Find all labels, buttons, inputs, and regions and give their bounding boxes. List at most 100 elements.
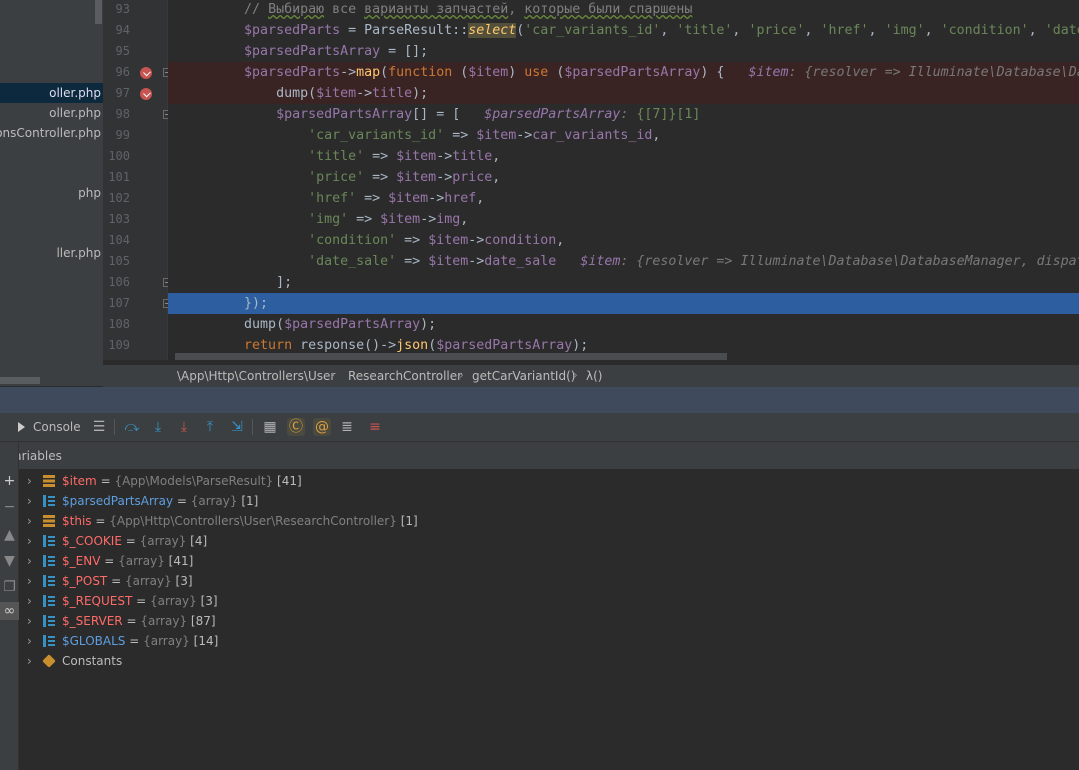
breakpoint-icon[interactable] (140, 88, 152, 100)
expand-chevron-icon[interactable]: › (27, 551, 32, 571)
glasses-icon[interactable]: ∞ (0, 602, 19, 620)
code-line[interactable]: ]; (168, 272, 1079, 293)
variable-text: $_REQUEST = {array} [3] (62, 591, 218, 611)
code-token: -> (356, 86, 373, 101)
expand-chevron-icon[interactable]: › (27, 471, 32, 491)
move-down-icon[interactable]: ▼ (0, 552, 19, 570)
code-line[interactable]: $parsedParts = ParseResult::select('car_… (168, 20, 1079, 41)
code-line[interactable]: dump($parsedPartsArray); (168, 314, 1079, 335)
code-token: -> (436, 149, 453, 164)
code-token: ) (508, 65, 525, 80)
breadcrumb-class[interactable]: ResearchController (348, 369, 462, 383)
breakpoint-icon[interactable] (140, 67, 152, 79)
remove-icon[interactable]: − (0, 498, 19, 516)
line-number[interactable]: 109 (100, 335, 130, 356)
line-number[interactable]: 108 (100, 314, 130, 335)
line-number[interactable]: 99 (100, 125, 130, 146)
code-line[interactable]: $parsedPartsArray[] = [ $parsedPartsArra… (168, 104, 1079, 125)
line-number[interactable]: 105 (100, 251, 130, 272)
line-number[interactable]: 94 (100, 20, 130, 41)
tree-item-file[interactable]: php (0, 183, 103, 203)
line-number[interactable]: 102 (100, 188, 130, 209)
step-out-icon[interactable]: ⤒ (201, 418, 219, 436)
code-editor[interactable]: // Выбираю все варианты запчастей, котор… (168, 0, 1079, 360)
code-line[interactable]: 'href' => $item->href, (168, 188, 1079, 209)
tree-item-file[interactable]: ionsController.php (0, 123, 103, 143)
add-watch-icon[interactable]: ≡ (366, 418, 384, 436)
code-line[interactable]: 'price' => $item->price, (168, 167, 1079, 188)
expand-chevron-icon[interactable]: › (27, 511, 32, 531)
code-line[interactable]: $parsedPartsArray = []; (168, 41, 1079, 62)
tree-item-file[interactable]: oller.php (0, 103, 103, 123)
line-number[interactable]: 98 (100, 104, 130, 125)
code-line[interactable]: 'img' => $item->img, (168, 209, 1079, 230)
code-line[interactable]: }); (168, 293, 1079, 314)
code-line[interactable]: // Выбираю все варианты запчастей, котор… (168, 0, 1079, 20)
editor-scrollbar-horizontal[interactable] (175, 353, 727, 360)
line-number[interactable]: 103 (100, 209, 130, 230)
line-number[interactable]: 93 (100, 0, 130, 20)
copy-icon[interactable]: ❐ (0, 578, 19, 596)
code-token: = ParseResult:: (340, 23, 469, 38)
tree-item-file[interactable]: oller.php (0, 83, 103, 103)
line-number[interactable]: 95 (100, 41, 130, 62)
breadcrumb-namespace[interactable]: \App\Http\Controllers\User (177, 369, 335, 383)
expand-chevron-icon[interactable]: › (27, 611, 32, 631)
expand-chevron-icon[interactable]: › (27, 571, 32, 591)
breadcrumb-closure[interactable]: λ() (586, 369, 602, 383)
expand-chevron-icon[interactable]: › (27, 631, 32, 651)
const-icon (42, 654, 56, 668)
code-line[interactable]: 'condition' => $item->condition, (168, 230, 1079, 251)
variable-type: {array} (118, 554, 165, 568)
step-over-icon[interactable]: ⤼ (123, 418, 141, 436)
expand-chevron-icon[interactable]: › (27, 491, 32, 511)
add-icon[interactable]: + (0, 472, 19, 490)
equals-sign: = (122, 614, 141, 628)
tree-scrollbar-horizontal[interactable] (0, 377, 40, 384)
variable-count: [1] (400, 514, 418, 528)
code-token: ]; (180, 275, 293, 290)
move-up-icon[interactable]: ▲ (0, 526, 19, 544)
code-token: $item (396, 170, 437, 185)
breadcrumb: \App\Http\Controllers\User › ResearchCon… (103, 365, 1079, 387)
line-number[interactable]: 106 (100, 272, 130, 293)
code-line[interactable]: 'date_sale' => $item->date_sale $item: {… (168, 251, 1079, 272)
code-token: => (396, 254, 429, 269)
show-execution-point-icon[interactable]: ☰ (90, 418, 108, 436)
step-into-icon[interactable]: ⤓ (149, 418, 167, 436)
code-token: => (364, 149, 397, 164)
expand-chevron-icon[interactable]: › (27, 591, 32, 611)
editor-gutter: 93 94 95 96 97 98 99 100 101 102 103 104 105 106 107 10… (100, 0, 172, 360)
code-token: , (556, 233, 565, 248)
code-line[interactable]: dump($item->title); (168, 83, 1079, 104)
line-number[interactable]: 97 (100, 83, 130, 104)
variable-text: $_COOKIE = {array} [4] (62, 531, 207, 551)
force-step-into-icon[interactable]: ⤓ (175, 418, 193, 436)
code-token: которые были спаршены (524, 2, 693, 17)
code-token: $parsedPartsArray (180, 107, 413, 122)
code-token: , (652, 128, 661, 143)
line-number[interactable]: 104 (100, 230, 130, 251)
code-token: // (180, 2, 269, 17)
line-number[interactable]: 96 (100, 62, 130, 83)
code-token: , (924, 23, 941, 38)
console-tab[interactable]: Console (18, 420, 81, 434)
expand-chevron-icon[interactable]: › (27, 651, 32, 671)
evaluate-expression-icon[interactable]: ▦ (261, 418, 279, 436)
variable-count: [87] (190, 614, 216, 628)
expand-chevron-icon[interactable]: › (27, 531, 32, 551)
code-line[interactable]: $parsedParts->map(function ($item) use (… (168, 62, 1079, 83)
line-number[interactable]: 100 (100, 146, 130, 167)
code-line[interactable]: 'car_variants_id' => $item->car_variants… (168, 125, 1079, 146)
line-number[interactable]: 101 (100, 167, 130, 188)
tree-item-file[interactable]: ller.php (0, 243, 103, 263)
code-token: ( (428, 338, 437, 353)
line-number[interactable]: 107 (100, 293, 130, 314)
breadcrumb-method[interactable]: getCarVariantId() (472, 369, 575, 383)
watch-icon[interactable]: @ (313, 418, 331, 436)
code-line[interactable]: 'title' => $item->title, (168, 146, 1079, 167)
variable-name: $_POST (62, 574, 108, 588)
run-to-cursor-icon[interactable]: ⇲ (228, 418, 246, 436)
frames-list-icon[interactable]: ≣ (338, 418, 356, 436)
class-icon[interactable]: Ⓒ (287, 418, 305, 436)
